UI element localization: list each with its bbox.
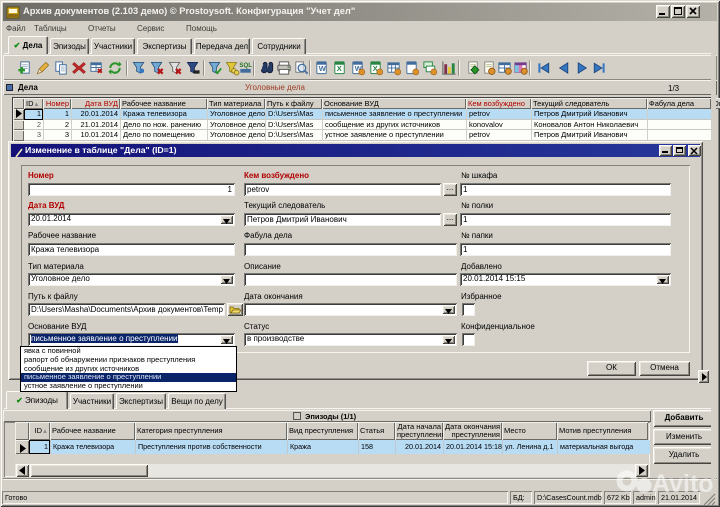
svg-text:X: X	[337, 64, 342, 73]
svg-text:Avito: Avito	[652, 470, 714, 498]
svg-text:SQL: SQL	[239, 62, 252, 69]
svg-text:W: W	[319, 64, 327, 73]
